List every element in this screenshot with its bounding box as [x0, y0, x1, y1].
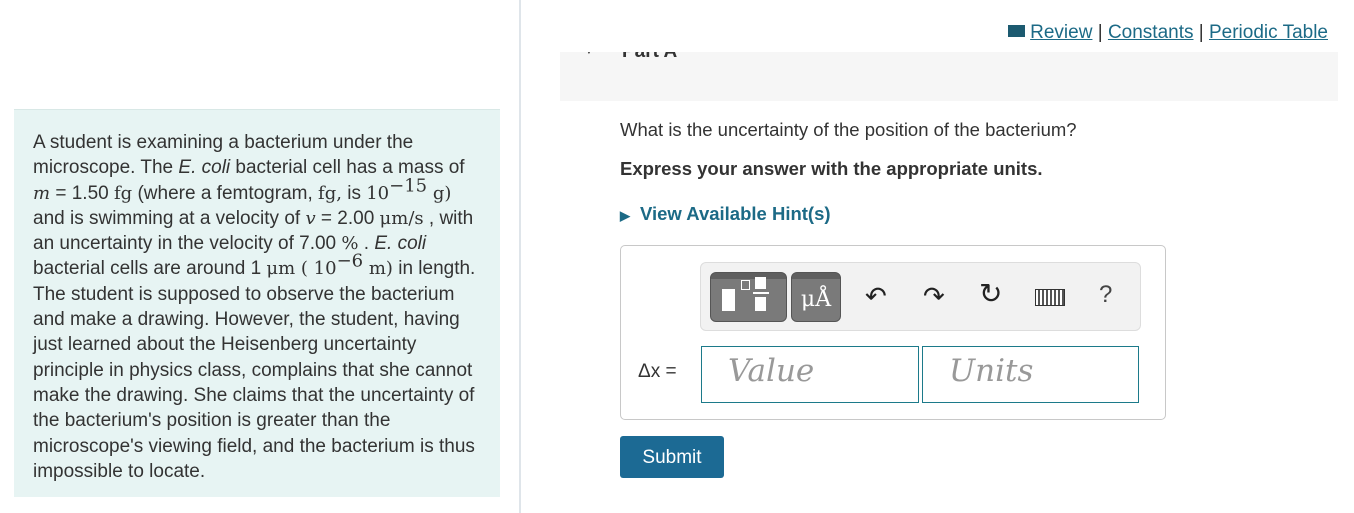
instruction-text: Express your answer with the appropriate…: [620, 158, 1043, 179]
exponent-box: [741, 280, 750, 290]
math: fg: [114, 182, 133, 204]
submit-button[interactable]: Submit: [620, 436, 724, 478]
math: fg,: [318, 182, 342, 204]
math: μm: [266, 258, 296, 280]
separator: |: [1097, 22, 1103, 43]
text: bacterial cells are around 1: [33, 258, 267, 280]
math: −15: [389, 175, 428, 197]
text: bacterial cell has a mass of: [230, 157, 465, 179]
redo-icon[interactable]: ↷: [923, 281, 945, 312]
text: (where a femtogram,: [132, 182, 319, 204]
denominator-box: [755, 297, 766, 311]
text: E. coli: [178, 157, 231, 179]
part-title: Part A: [622, 52, 677, 63]
review-link[interactable]: Review: [1030, 22, 1092, 43]
panel-divider[interactable]: [519, 0, 521, 513]
text: is: [341, 182, 367, 204]
math: −6: [336, 251, 364, 273]
answer-label: Δx =: [638, 361, 677, 382]
math: m): [363, 258, 393, 280]
math: 10: [366, 182, 390, 204]
text: = 2.00: [315, 207, 380, 229]
math-toolbar: μÅ ↶ ↷ ↻ ?: [700, 262, 1141, 331]
undo-icon[interactable]: ↶: [865, 281, 887, 312]
question-text: What is the uncertainty of the position …: [620, 119, 1077, 140]
periodic-table-link[interactable]: Periodic Table: [1209, 22, 1328, 43]
reset-icon[interactable]: ↻: [979, 277, 1002, 310]
math: ( 10: [295, 258, 337, 280]
math: μm/s: [379, 207, 424, 229]
triangle-right-icon: ▶: [620, 208, 630, 223]
view-hints-toggle[interactable]: ▶ View Available Hint(s): [620, 203, 831, 225]
numerator-box: [755, 277, 766, 289]
top-links: Review | Constants | Periodic Table: [1007, 22, 1328, 44]
keyboard-icon[interactable]: [1035, 289, 1065, 306]
text: and is swimming at a velocity of: [33, 207, 306, 229]
math: v: [305, 207, 316, 229]
hint-label: View Available Hint(s): [640, 203, 831, 224]
units-button[interactable]: μÅ: [791, 272, 841, 322]
separator: |: [1198, 22, 1204, 43]
collapse-icon[interactable]: ▼: [584, 52, 594, 57]
constants-link[interactable]: Constants: [1108, 22, 1194, 43]
problem-statement: A student is examining a bacterium under…: [14, 109, 500, 497]
text: = 1.50: [50, 182, 114, 204]
fraction-template-icon: [722, 289, 735, 311]
value-input[interactable]: Value: [701, 346, 919, 403]
text: E. coli: [374, 233, 427, 255]
units-input[interactable]: Units: [922, 346, 1139, 403]
part-header[interactable]: ▼ Part A: [560, 52, 1338, 101]
math: g): [427, 182, 452, 204]
text: in length. The student is supposed to ob…: [33, 258, 476, 482]
help-icon[interactable]: ?: [1099, 281, 1112, 309]
math: m: [33, 182, 51, 204]
templates-button[interactable]: [710, 272, 787, 322]
book-icon: [1007, 25, 1027, 37]
fraction-bar: [753, 292, 769, 294]
